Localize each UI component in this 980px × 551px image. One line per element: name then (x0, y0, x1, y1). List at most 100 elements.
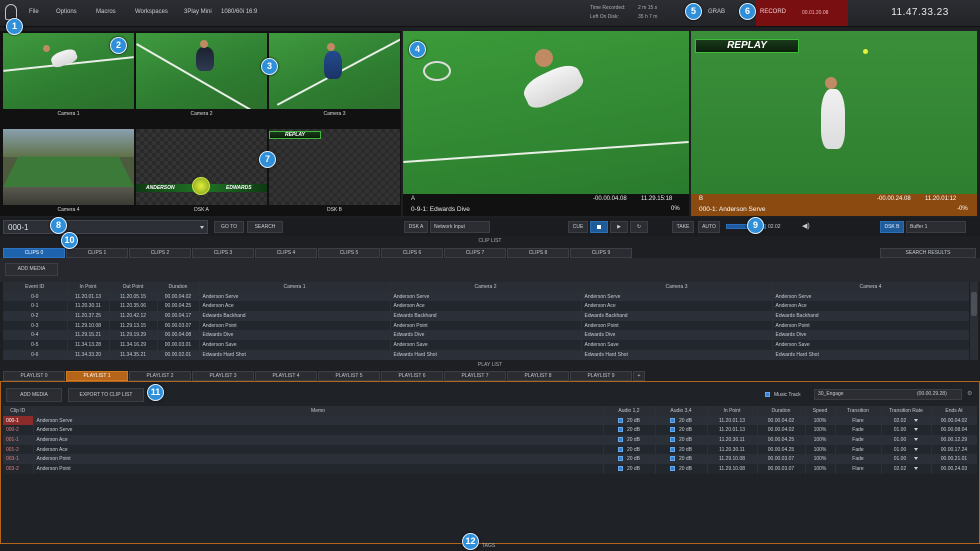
audio-enabled-checkbox[interactable] (617, 427, 623, 433)
playlist-tab-1[interactable]: PLAYLIST 1 (66, 371, 128, 381)
chevron-down-icon[interactable] (914, 438, 919, 442)
cue-button[interactable]: CUE (568, 221, 588, 233)
playlist-cell[interactable]: 01.00 (881, 425, 932, 436)
clip-col-header-3[interactable]: Duration (157, 282, 200, 292)
playlist-table-row[interactable]: 001-1 Anderson Ace 20 dB 20 dB 11.20.30.11 00… (3, 435, 977, 445)
chevron-down-icon[interactable] (914, 447, 919, 451)
playlist-tab-4[interactable]: PLAYLIST 4 (255, 371, 317, 381)
playlist-cell[interactable]: 20 dB (655, 454, 708, 465)
playlist-cell[interactable]: 20 dB (603, 425, 656, 436)
loop-button[interactable]: ↻ (630, 221, 648, 233)
clip-tab-4[interactable]: CLIPS 4 (255, 248, 317, 258)
playlist-add-media-button[interactable]: ADD MEDIA (6, 388, 62, 402)
playlist-col-header-7[interactable]: Transition (835, 406, 882, 416)
playlist-tab-7[interactable]: PLAYLIST 7 (444, 371, 506, 381)
clip-tab-6[interactable]: CLIPS 6 (381, 248, 443, 258)
clip-list-scrollbar[interactable] (970, 282, 978, 360)
search-results-tab[interactable]: SEARCH RESULTS (880, 248, 976, 258)
network-input-select[interactable]: Network Input (430, 221, 490, 233)
audio-enabled-checkbox[interactable] (617, 437, 623, 443)
dsk-a-preview[interactable]: ANDERSON EDWARDS (136, 129, 267, 205)
stop-button[interactable] (590, 221, 608, 233)
goto-button[interactable]: GO TO (214, 221, 244, 233)
auto-button[interactable]: AUTO (698, 221, 720, 233)
clip-tab-0[interactable]: CLIPS 0 (3, 248, 65, 258)
playlist-col-header-3[interactable]: Audio 3,4 (655, 406, 708, 416)
music-track-checkbox[interactable] (765, 392, 770, 397)
buffer-select[interactable]: Buffer 1 (906, 221, 966, 233)
output-a-monitor[interactable]: A 0-9-1: Edwards Dive -00.00.04.08 11.29… (403, 31, 689, 216)
playlist-cell[interactable]: 01.00 (881, 444, 932, 455)
playlist-table-row[interactable]: 000-1 Anderson Serve 20 dB 20 dB 11.20.01.13… (3, 415, 977, 426)
clip-tab-3[interactable]: CLIPS 3 (192, 248, 254, 258)
playlist-tab-5[interactable]: PLAYLIST 5 (318, 371, 380, 381)
clip-table-row[interactable]: 0-5 11.34.13.28 11.34.16.29 00.00.03.01 Ande… (3, 340, 969, 350)
clip-tab-9[interactable]: CLIPS 9 (570, 248, 632, 258)
playlist-col-header-9[interactable]: Ends At (931, 406, 977, 416)
playlist-cell[interactable]: 20 dB (603, 454, 656, 465)
clip-col-header-7[interactable]: Camera 4 (772, 282, 969, 292)
playlist-tab-8[interactable]: PLAYLIST 8 (507, 371, 569, 381)
camera-3-tile[interactable] (269, 33, 400, 109)
playlist-tab-9[interactable]: PLAYLIST 9 (570, 371, 632, 381)
clip-table-row[interactable]: 0-1 11.20.30.11 11.20.35.06 00.00.04.25 Ande… (3, 301, 969, 312)
take-button[interactable]: TAKE (672, 221, 694, 233)
record-panel[interactable]: RECORD 00.01.20.08 (756, 0, 848, 26)
playlist-col-header-0[interactable]: Clip ID (3, 406, 34, 416)
menu-macros[interactable]: Macros (96, 9, 116, 15)
audio-enabled-checkbox[interactable] (617, 417, 623, 423)
dsk-a-button[interactable]: DSK A (404, 221, 428, 233)
clip-col-header-6[interactable]: Camera 3 (581, 282, 773, 292)
playlist-cell[interactable]: 02.02 (881, 464, 932, 474)
playlist-cell[interactable]: 20 dB (655, 444, 708, 455)
menu-options[interactable]: Options (56, 9, 77, 15)
playlist-col-header-6[interactable]: Speed (805, 406, 836, 416)
playlist-table-row[interactable]: 001-2 Anderson Ace 20 dB 20 dB 11.20.30.11 00… (3, 444, 977, 455)
playlist-table-row[interactable]: 000-2 Anderson Serve 20 dB 20 dB 11.20.01.13… (3, 425, 977, 436)
playlist-col-header-8[interactable]: Transition Rate (881, 406, 932, 416)
play-button[interactable]: ▶ (610, 221, 628, 233)
playlist-cell[interactable]: 20 dB (603, 464, 656, 474)
playlist-col-header-1[interactable]: Memo (33, 406, 604, 416)
playlist-table-row[interactable]: 003-2 Anderson Point 20 dB 20 dB 11.29.10.08… (3, 464, 977, 474)
clip-col-header-2[interactable]: Out Point (109, 282, 158, 292)
audio-enabled-checkbox[interactable] (669, 437, 675, 443)
clip-table-row[interactable]: 0-4 11.29.15.21 11.29.19.29 00.00.04.08 Edwa… (3, 330, 969, 341)
clip-tab-7[interactable]: CLIPS 7 (444, 248, 506, 258)
playlist-tab-6[interactable]: PLAYLIST 6 (381, 371, 443, 381)
tags-label[interactable]: TAGS (482, 543, 495, 549)
grab-button[interactable]: GRAB (708, 9, 725, 15)
chevron-down-icon[interactable] (200, 226, 204, 229)
playlist-col-header-2[interactable]: Audio 1,2 (603, 406, 656, 416)
playlist-cell[interactable]: 20 dB (655, 425, 708, 436)
dsk-b-preview[interactable]: REPLAY (269, 129, 400, 205)
add-playlist-tab-button[interactable]: + (633, 371, 645, 381)
playlist-cell[interactable]: 01.00 (881, 454, 932, 465)
clip-add-media-button[interactable]: ADD MEDIA (5, 263, 58, 276)
playlist-cell[interactable]: 20 dB (655, 435, 708, 445)
clip-tab-1[interactable]: CLIPS 1 (66, 248, 128, 258)
menu-file[interactable]: File (29, 9, 39, 15)
audio-enabled-checkbox[interactable] (669, 446, 675, 452)
record-button[interactable]: RECORD (760, 9, 786, 15)
playlist-tab-2[interactable]: PLAYLIST 2 (129, 371, 191, 381)
audio-enabled-checkbox[interactable] (617, 446, 623, 452)
clip-table-row[interactable]: 0-3 11.29.10.08 11.29.13.15 00.00.03.07 Ande… (3, 320, 969, 331)
chevron-down-icon[interactable] (914, 467, 919, 471)
chevron-down-icon[interactable] (914, 428, 919, 432)
playlist-cell[interactable]: 02.02 (881, 415, 932, 426)
search-button[interactable]: SEARCH (247, 221, 283, 233)
playlist-cell[interactable]: 20 dB (603, 435, 656, 445)
playlist-tab-0[interactable]: PLAYLIST 0 (3, 371, 65, 381)
clip-tab-2[interactable]: CLIPS 2 (129, 248, 191, 258)
clip-col-header-0[interactable]: Event ID (3, 282, 68, 292)
audio-enabled-checkbox[interactable] (669, 427, 675, 433)
clip-id-field[interactable]: 000-1 (3, 220, 208, 234)
audio-icon[interactable]: ◀) (802, 222, 810, 230)
playlist-cell[interactable]: 01.00 (881, 435, 932, 445)
clip-table-row[interactable]: 0-6 11.34.33.20 11.34.35.21 00.00.02.01 Edwa… (3, 349, 969, 360)
camera-4-tile[interactable] (3, 129, 134, 205)
music-track-select[interactable]: 30_Engage (00.00.29.28) (814, 389, 962, 400)
clip-col-header-1[interactable]: In Point (67, 282, 110, 292)
menu-workspaces[interactable]: Workspaces (135, 9, 168, 15)
